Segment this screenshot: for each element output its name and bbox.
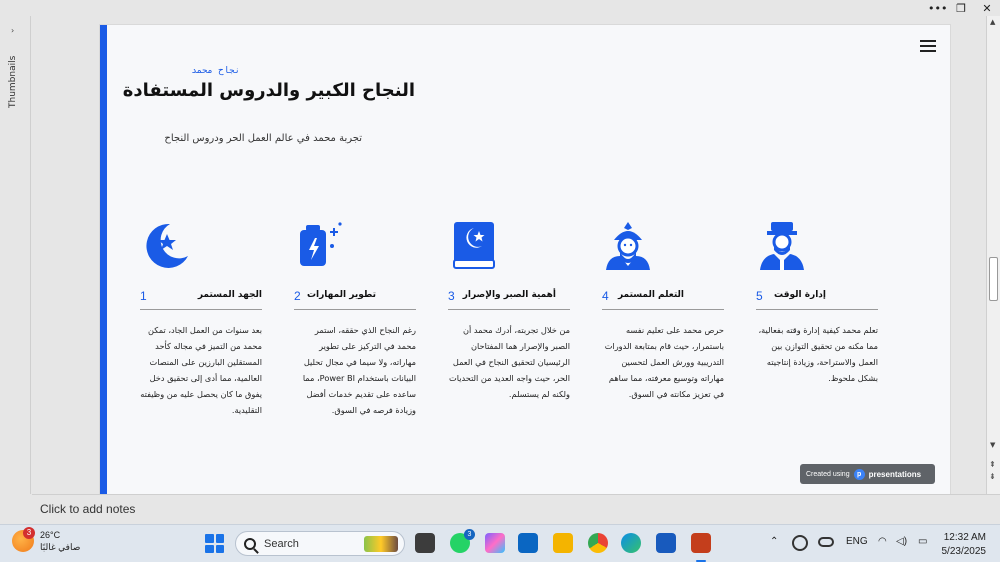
sync-icon[interactable]	[792, 535, 808, 551]
weather-desc: صافي غالبًا	[40, 542, 81, 552]
card-body: حرص محمد على تعليم نفسه باستمرار، حيث قا…	[604, 325, 724, 399]
slide[interactable]: نجاح محمد النجاح الكبير والدروس المستفاد…	[99, 24, 951, 501]
card-body: تعلم محمد كيفية إدارة وقته بفعالية، مما …	[758, 325, 878, 383]
quran-book-icon	[453, 222, 495, 269]
card-body: بعد سنوات من العمل الجاد، تمكن محمد من ا…	[140, 325, 262, 415]
whatsapp-icon[interactable]: 3	[450, 529, 475, 553]
created-using-badge[interactable]: Created using p presentations	[800, 464, 935, 484]
slide-accent-bar	[100, 25, 107, 500]
slide-subtitle: تجربة محمد في عالم العمل الحر ودروس النج…	[164, 133, 362, 144]
close-icon[interactable]: ✕	[980, 2, 994, 15]
clock-date: 5/23/2025	[941, 546, 987, 557]
imam-icon	[606, 222, 650, 270]
scroll-down-icon[interactable]: ▼	[990, 441, 995, 449]
taskbar-search[interactable]: Search	[235, 531, 405, 556]
language-indicator[interactable]: ENG	[846, 536, 868, 547]
card-number: 4	[602, 289, 609, 303]
badge-prefix: Created using	[806, 470, 850, 478]
taskbar: 3 26°C صافي غالبًا Search 3 ⌃ ENG ◠ ◁) ▭…	[0, 524, 1000, 562]
card-learning: 4 التعلم المستمر حرص محمد على تعليم نفسه…	[602, 220, 724, 402]
start-button-icon[interactable]	[205, 534, 224, 553]
card-header: 2 تطوير المهارات	[294, 288, 416, 310]
weather-widget[interactable]: 3 26°C صافي غالبًا	[12, 527, 81, 553]
previous-slide-icon[interactable]: ⇞	[989, 460, 996, 469]
notes-pane[interactable]: Click to add notes	[32, 494, 1000, 524]
vertical-scrollbar[interactable]: ▲ ▼ ⇞ ⇟	[986, 16, 1000, 494]
crescent-star-icon	[146, 223, 188, 268]
card-body: رغم النجاح الذي حققه، استمر محمد في التر…	[302, 325, 416, 415]
file-explorer-icon[interactable]	[553, 533, 573, 553]
card-body: من خلال تجربته، أدرك محمد أن الصبر والإص…	[449, 325, 570, 399]
scrollbar-thumb[interactable]	[989, 257, 998, 301]
card-header: 5 إدارة الوقت	[756, 288, 878, 310]
card-header: 1 الجهد المستمر	[140, 288, 262, 310]
card-effort: 1 الجهد المستمر بعد سنوات من العمل الجاد…	[140, 220, 262, 418]
chevron-right-icon[interactable]: ›	[11, 26, 14, 35]
card-number: 3	[448, 289, 455, 303]
window-controls: ••• ❐ ✕	[928, 0, 994, 16]
system-clock[interactable]: 12:32 AM 5/23/2025	[942, 531, 987, 559]
word-icon[interactable]	[656, 533, 676, 553]
task-view-icon[interactable]	[415, 533, 435, 553]
weather-temp: 26°C	[40, 530, 61, 540]
thumbnails-label[interactable]: Thumbnails	[8, 56, 18, 108]
restore-icon[interactable]: ❐	[954, 2, 968, 15]
cloud-icon[interactable]	[818, 537, 834, 547]
search-label: Search	[264, 537, 299, 550]
scroll-up-icon[interactable]: ▲	[990, 18, 995, 26]
card-title: تطوير المهارات	[306, 290, 376, 300]
wifi-icon[interactable]: ◠	[878, 536, 887, 547]
card-number: 2	[294, 289, 301, 303]
thumbnails-pane[interactable]: › Thumbnails	[0, 16, 31, 494]
presentations-logo-icon: p	[853, 468, 865, 480]
card-header: 4 التعلم المستمر	[602, 288, 724, 310]
chevron-up-icon[interactable]: ⌃	[770, 536, 778, 547]
copilot-icon[interactable]	[485, 533, 505, 553]
slide-editing-area[interactable]: نجاح محمد النجاح الكبير والدروس المستفاد…	[32, 16, 984, 501]
next-slide-icon[interactable]: ⇟	[989, 472, 996, 481]
card-title: التعلم المستمر	[617, 290, 684, 300]
card-number: 5	[756, 289, 763, 303]
card-time-management: 5 إدارة الوقت تعلم محمد كيفية إدارة وقته…	[756, 220, 878, 386]
chrome-icon[interactable]	[588, 533, 608, 553]
microsoft-store-icon[interactable]	[518, 533, 538, 553]
card-number: 1	[140, 289, 147, 303]
card-patience: 3 أهمية الصبر والإصرار من خلال تجربته، أ…	[448, 220, 570, 402]
card-header: 3 أهمية الصبر والإصرار	[448, 288, 570, 310]
battery-icon[interactable]: ▭	[918, 536, 927, 547]
lantern-icon	[300, 222, 342, 266]
card-title: الجهد المستمر	[197, 290, 262, 300]
slide-title: النجاح الكبير والدروس المستفادة	[122, 80, 415, 101]
volume-icon[interactable]: ◁)	[896, 536, 907, 547]
hamburger-menu-icon[interactable]	[920, 40, 936, 52]
slide-eyebrow: نجاح محمد	[191, 66, 240, 76]
card-skills: 2 تطوير المهارات رغم النجاح الذي حققه، ا…	[294, 220, 416, 418]
clock-time: 12:32 AM	[943, 532, 986, 543]
man-with-cap-icon	[760, 222, 804, 270]
badge-brand: presentations	[868, 469, 922, 479]
card-title: أهمية الصبر والإصرار	[462, 290, 556, 300]
powerpoint-icon[interactable]	[691, 533, 711, 553]
notes-placeholder[interactable]: Click to add notes	[40, 502, 135, 516]
weather-alert-badge: 3	[23, 527, 35, 539]
search-highlight-image	[364, 536, 398, 552]
more-options-icon[interactable]: •••	[928, 2, 947, 15]
whatsapp-badge: 3	[464, 529, 475, 540]
card-title: إدارة الوقت	[774, 290, 826, 300]
weather-icon: 3	[12, 527, 35, 552]
edge-icon[interactable]	[621, 533, 641, 553]
powerpoint-window: ••• ❐ ✕ › Thumbnails نجاح محمد النجاح ال…	[0, 0, 1000, 562]
search-icon	[244, 537, 256, 550]
